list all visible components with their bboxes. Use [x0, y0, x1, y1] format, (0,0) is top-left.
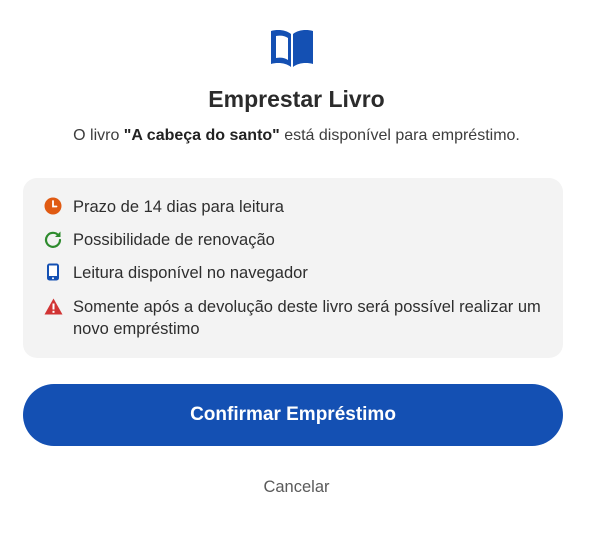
subtitle-prefix: O livro: [73, 127, 124, 144]
confirm-loan-button[interactable]: Confirmar Empréstimo: [23, 384, 563, 446]
dialog-subtitle: O livro "A cabeça do santo" está disponí…: [0, 127, 593, 145]
phone-icon: [43, 262, 63, 282]
clock-icon: [43, 196, 63, 216]
info-item-browser-reading: Leitura disponível no navegador: [43, 262, 548, 284]
info-item-renewal: Possibilidade de renovação: [43, 229, 548, 251]
info-item-label: Possibilidade de renovação: [73, 231, 275, 249]
open-book-icon: [271, 30, 313, 67]
cancel-button[interactable]: Cancelar: [0, 478, 593, 497]
book-title: "A cabeça do santo": [123, 127, 280, 144]
info-item-label: Leitura disponível no navegador: [73, 264, 308, 282]
subtitle-suffix: está disponível para empréstimo.: [279, 127, 520, 144]
warning-icon: [43, 296, 63, 316]
info-item-return-notice: Somente após a devolução deste livro ser…: [43, 296, 548, 340]
info-item-deadline: Prazo de 14 dias para leitura: [43, 196, 548, 218]
info-item-label: Prazo de 14 dias para leitura: [73, 198, 284, 216]
loan-info-box: Prazo de 14 dias para leitura Possibilid…: [23, 178, 563, 358]
renew-icon: [43, 229, 63, 249]
info-item-label: Somente após a devolução deste livro ser…: [73, 298, 541, 338]
dialog-title: Emprestar Livro: [208, 86, 385, 112]
